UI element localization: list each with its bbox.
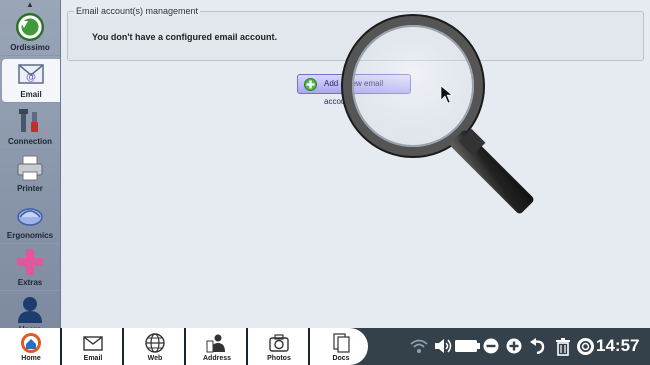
help-icon[interactable] — [577, 338, 594, 355]
dock-item-home[interactable]: Home — [0, 328, 62, 365]
sidebar-item-label: Extras — [17, 278, 43, 287]
email-settings-icon: @ — [18, 64, 44, 84]
dock-item-label: Docs — [332, 355, 350, 362]
clock: 14:57 — [596, 336, 640, 355]
add-email-account-label: Add a new email account — [324, 79, 384, 106]
address-book-icon — [206, 334, 225, 353]
dock-item-label: Home — [21, 355, 41, 362]
users-icon — [18, 297, 42, 323]
dock-item-address[interactable]: Address — [184, 328, 248, 365]
taskbar: Home Email Web Address Photos Docs 14:57 — [0, 328, 650, 365]
printer-icon — [17, 155, 43, 181]
add-email-account-button[interactable]: Add a new email account — [297, 74, 411, 106]
settings-sidebar: ▲ Ordissimo @ Email Connection Printer E… — [0, 0, 61, 347]
sidebar-item-email[interactable]: @ Email — [2, 59, 60, 103]
dock-item-label: Web — [147, 355, 163, 362]
dock-item-docs[interactable]: Docs — [308, 328, 372, 365]
sidebar-item-label: Ordissimo — [10, 43, 50, 52]
email-accounts-group: Email account(s) management You don't ha… — [67, 6, 644, 61]
group-legend: Email account(s) management — [74, 6, 201, 16]
trash-icon[interactable] — [555, 338, 571, 356]
dock-item-label: Photos — [267, 355, 291, 362]
sidebar-item-ordissimo[interactable]: Ordissimo — [0, 12, 60, 56]
main-panel: Email account(s) management You don't ha… — [61, 0, 650, 328]
volume-icon[interactable] — [434, 338, 452, 354]
back-icon[interactable] — [530, 338, 546, 354]
battery-icon — [455, 340, 480, 352]
add-circle-icon — [304, 78, 317, 91]
sidebar-item-ergonomics[interactable]: Ergonomics — [0, 200, 60, 244]
sidebar-item-extras[interactable]: Extras — [0, 247, 60, 291]
wifi-icon[interactable] — [410, 338, 428, 354]
connection-tools-icon — [19, 109, 38, 132]
sidebar-item-printer[interactable]: Printer — [0, 153, 60, 197]
zoom-in-icon[interactable] — [506, 338, 522, 354]
extras-plus-icon — [17, 249, 43, 275]
dock-item-web[interactable]: Web — [122, 328, 186, 365]
dock-item-email[interactable]: Email — [60, 328, 124, 365]
sidebar-scroll-up-arrow-icon[interactable]: ▲ — [0, 0, 60, 9]
no-account-message: You don't have a configured email accoun… — [92, 32, 278, 42]
sidebar-item-label: Printer — [17, 184, 43, 193]
globe-icon — [145, 333, 165, 353]
dock-item-label: Email — [83, 355, 103, 362]
sidebar-item-connection[interactable]: Connection — [0, 106, 60, 150]
dock-item-label: Address — [202, 355, 231, 362]
svg-text:@: @ — [26, 72, 36, 83]
documents-icon — [333, 333, 350, 353]
home-icon — [21, 333, 41, 353]
sidebar-item-label: Connection — [8, 137, 52, 146]
back-arrow-icon — [16, 13, 44, 41]
dock-item-photos[interactable]: Photos — [246, 328, 310, 365]
sidebar-item-label: Email — [20, 90, 42, 99]
ergonomics-icon — [17, 208, 43, 226]
camera-icon — [269, 334, 289, 352]
sidebar-item-label: Ergonomics — [6, 231, 54, 240]
email-icon — [83, 336, 103, 351]
app-dock: Home Email Web Address Photos Docs — [0, 328, 368, 365]
zoom-out-icon[interactable] — [483, 338, 499, 354]
